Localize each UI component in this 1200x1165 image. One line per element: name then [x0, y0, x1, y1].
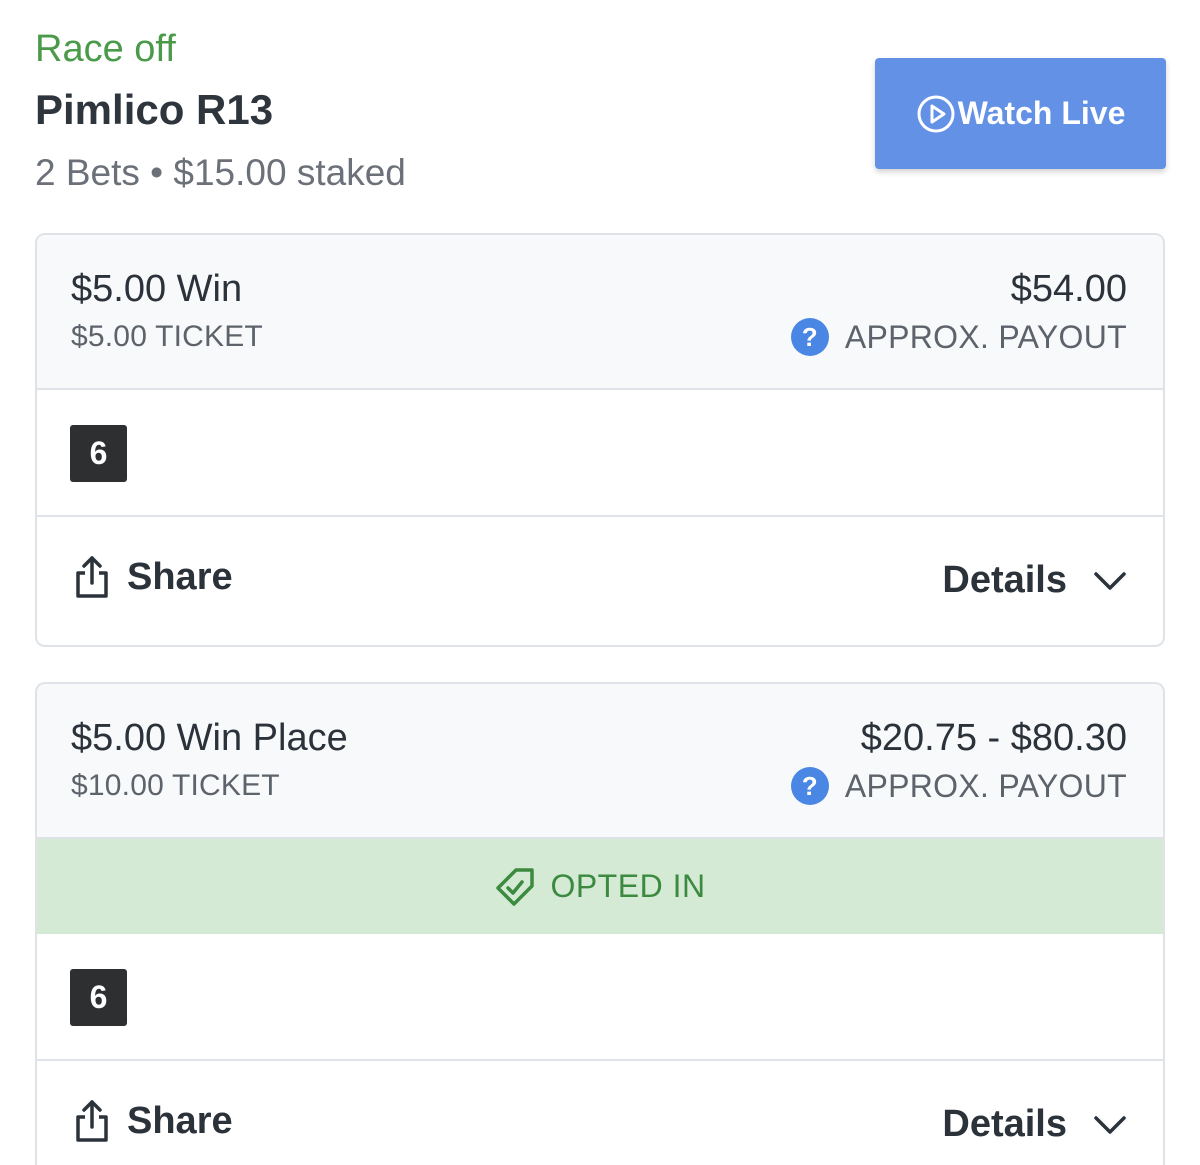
runner-number-badge: 6	[70, 969, 127, 1026]
bet-card: $5.00 Win $5.00 TICKET $54.00 ? APPROX. …	[35, 233, 1165, 647]
payout-label: APPROX. PAYOUT	[844, 767, 1127, 804]
bet-card-header: $5.00 Win $5.00 TICKET $54.00 ? APPROX. …	[37, 235, 1163, 390]
bets-summary: 2 Bets • $15.00 staked	[35, 152, 406, 193]
bet-actions: Share Details	[37, 1061, 1163, 1165]
share-icon	[76, 1100, 108, 1142]
bet-actions: Share Details	[37, 517, 1163, 645]
payout-label: APPROX. PAYOUT	[844, 318, 1127, 355]
bet-type: $5.00 Win Place	[71, 717, 348, 759]
runner-number-badge: 6	[70, 425, 127, 482]
runner-row: 6	[37, 934, 1163, 1061]
play-circle-icon	[917, 95, 955, 132]
opted-in-label: OPTED IN	[550, 868, 706, 904]
question-icon[interactable]: ?	[790, 318, 829, 356]
details-toggle[interactable]: Details	[942, 559, 1127, 602]
share-label: Share	[127, 555, 233, 598]
ticket-cost: $5.00 TICKET	[71, 320, 263, 353]
payout-amount: $54.00	[1010, 268, 1127, 310]
watch-live-button[interactable]: Watch Live	[875, 58, 1166, 169]
chevron-down-icon	[1094, 571, 1126, 590]
race-title: Pimlico R13	[35, 86, 274, 133]
bet-card-header: $5.00 Win Place $10.00 TICKET $20.75 - $…	[37, 684, 1163, 839]
opted-in-banner: OPTED IN	[37, 839, 1163, 934]
payout-label-row: ? APPROX. PAYOUT	[790, 318, 1127, 356]
watch-live-label: Watch Live	[957, 95, 1126, 131]
share-label: Share	[127, 1099, 233, 1142]
bet-card: $5.00 Win Place $10.00 TICKET $20.75 - $…	[35, 682, 1165, 1165]
details-label: Details	[942, 559, 1067, 601]
payout-label-row: ? APPROX. PAYOUT	[790, 767, 1127, 805]
tag-check-icon	[496, 867, 535, 906]
race-status: Race off	[35, 28, 176, 70]
question-icon[interactable]: ?	[790, 767, 829, 805]
share-icon	[76, 556, 108, 598]
payout-amount: $20.75 - $80.30	[860, 717, 1127, 759]
share-button[interactable]: Share	[73, 555, 233, 599]
share-button[interactable]: Share	[73, 1099, 233, 1143]
race-bets-page: Race off Pimlico R13 2 Bets • $15.00 sta…	[0, 0, 1200, 1165]
bet-type: $5.00 Win	[71, 268, 243, 310]
details-label: Details	[942, 1103, 1067, 1145]
details-toggle[interactable]: Details	[942, 1103, 1127, 1146]
chevron-down-icon	[1094, 1115, 1126, 1134]
ticket-cost: $10.00 TICKET	[71, 769, 280, 802]
runner-row: 6	[37, 390, 1163, 517]
